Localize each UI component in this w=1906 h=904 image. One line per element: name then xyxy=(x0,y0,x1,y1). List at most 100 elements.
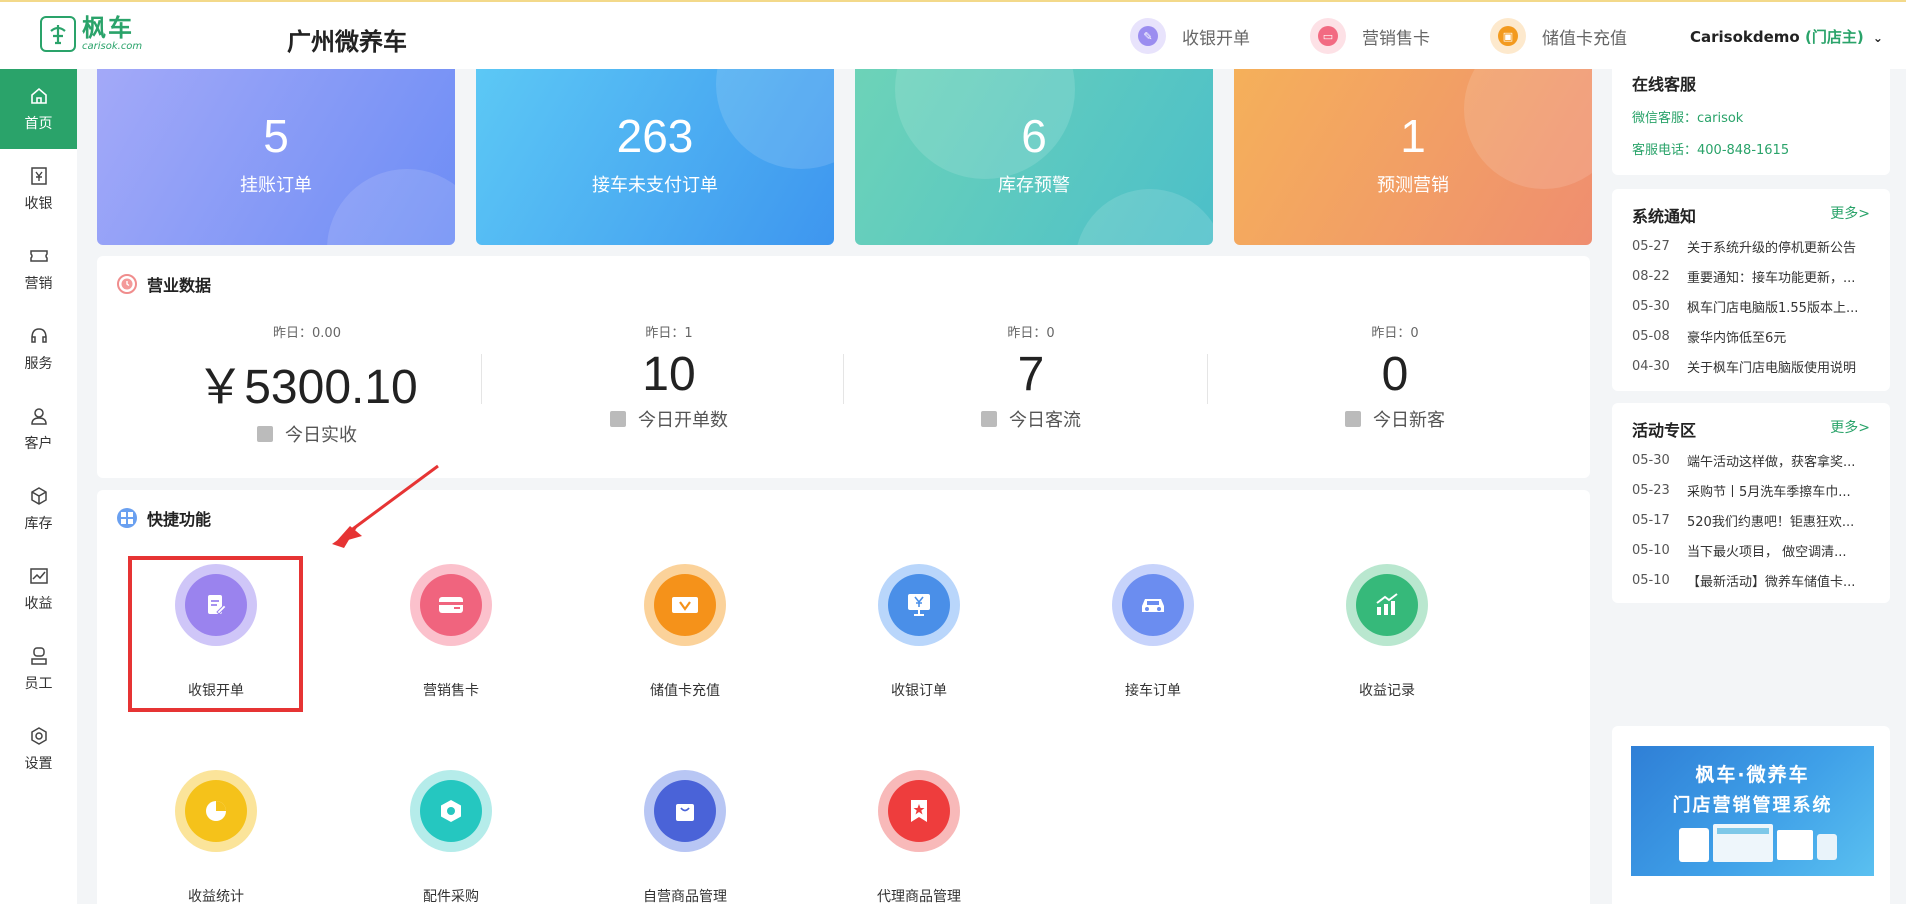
list-item[interactable]: 05-10 【最新活动】微养车储值卡... xyxy=(1632,565,1872,595)
devices-illustration-icon xyxy=(1679,824,1837,862)
user-menu[interactable]: Carisokdemo (门店主) ⌄ xyxy=(1690,26,1883,47)
quick-own-products[interactable]: 自营商品管理 xyxy=(615,770,755,904)
support-phone[interactable]: 客服电话：400-848-1615 xyxy=(1632,139,1789,158)
divider xyxy=(481,354,482,404)
ticket-icon xyxy=(28,245,50,267)
banner-line-1: 枫车·微养车 xyxy=(1695,764,1810,786)
quick-label: 配件采购 xyxy=(423,889,479,904)
sidebar-item-revenue[interactable]: 收益 xyxy=(0,549,77,629)
sidebar-item-service[interactable]: 服务 xyxy=(0,309,77,389)
bar-chart-icon xyxy=(1345,411,1361,427)
item-date: 05-27 xyxy=(1632,238,1670,254)
decor-circle xyxy=(1075,189,1213,245)
quick-sell-card[interactable]: 营销售卡 xyxy=(381,564,521,700)
stat-card-pending[interactable]: 5 挂账订单 xyxy=(97,69,455,245)
box-icon xyxy=(28,485,50,507)
system-notice-panel: 系统通知 更多> 05-27 关于系统升级的停机更新公告 08-22 重要通知：接车… xyxy=(1612,189,1890,391)
quick-label: 收益统计 xyxy=(188,889,244,904)
list-item[interactable]: 04-30 关于枫车门店电脑版使用说明 xyxy=(1632,351,1872,381)
stat-card-forecast[interactable]: 1 预测营销 xyxy=(1234,69,1592,245)
shopping-bag-icon xyxy=(654,780,716,842)
sidebar-item-cashier[interactable]: 收银 xyxy=(0,149,77,229)
list-item[interactable]: 05-10 当下最火项目， 做空调清... xyxy=(1632,535,1872,565)
headset-icon xyxy=(28,325,50,347)
item-text: 采购节丨5月洗车季擦车巾... xyxy=(1687,484,1851,500)
quick-revenue-stats[interactable]: 收益统计 xyxy=(146,770,286,904)
sidebar-item-inventory[interactable]: 库存 xyxy=(0,469,77,549)
sidebar-item-label: 营销 xyxy=(24,276,53,292)
sidebar-item-staff[interactable]: 员工 xyxy=(0,629,77,709)
stat-card-unpaid[interactable]: 263 接车未支付订单 xyxy=(476,69,834,245)
stat-card-inventory[interactable]: 6 库存预警 xyxy=(855,69,1213,245)
quick-revenue-records[interactable]: 收益记录 xyxy=(1317,564,1457,700)
sidebar-item-label: 员工 xyxy=(24,676,53,692)
sidebar-item-label: 库存 xyxy=(24,516,53,532)
quick-label: 收银订单 xyxy=(891,683,947,699)
document-icon xyxy=(610,411,626,427)
yesterday-label: 昨日：1 xyxy=(645,326,693,341)
card-icon: ▭ xyxy=(1310,18,1346,54)
home-icon xyxy=(28,85,50,107)
logo[interactable]: 枫车 carisok.com xyxy=(40,16,142,52)
pie-chart-icon xyxy=(185,780,247,842)
card-icon xyxy=(420,574,482,636)
sidebar-item-label: 收银 xyxy=(24,196,53,212)
user-icon xyxy=(28,405,50,427)
yesterday-label: 昨日：0 xyxy=(1371,326,1419,341)
divider xyxy=(1207,354,1208,404)
panel-title: 在线客服 xyxy=(1632,75,1697,94)
support-wechat[interactable]: 微信客服：carisok xyxy=(1632,107,1743,126)
item-date: 05-17 xyxy=(1632,512,1670,528)
quick-cashier-orders[interactable]: 收银订单 xyxy=(849,564,989,700)
list-item[interactable]: 05-23 采购节丨5月洗车季擦车巾... xyxy=(1632,475,1872,505)
vip-card-icon xyxy=(654,574,716,636)
panel-title: 营业数据 xyxy=(147,276,212,295)
sidebar-item-label: 服务 xyxy=(24,356,53,372)
item-text: 重要通知：接车功能更新，... xyxy=(1687,270,1856,286)
list-item[interactable]: 05-30 端午活动这样做，获客拿奖... xyxy=(1632,445,1872,475)
panel-title: 系统通知 xyxy=(1632,207,1697,226)
header-cashier-button[interactable]: ✎ 收银开单 xyxy=(1130,18,1250,54)
notices-more-link[interactable]: 更多> xyxy=(1830,203,1870,223)
list-item[interactable]: 05-27 关于系统升级的停机更新公告 xyxy=(1632,231,1872,261)
chart-icon xyxy=(28,565,50,587)
sidebar-item-customer[interactable]: 客户 xyxy=(0,389,77,469)
stat-label: 接车未支付订单 xyxy=(592,175,718,196)
panel-title: 活动专区 xyxy=(1632,421,1697,440)
car-icon xyxy=(1122,574,1184,636)
quick-label: 收益记录 xyxy=(1359,683,1415,699)
clock-icon xyxy=(117,274,137,294)
metric-value: ￥5300.10 xyxy=(196,361,418,414)
header-recharge-button[interactable]: ▣ 储值卡充值 xyxy=(1490,18,1627,54)
item-text: 端午活动这样做，获客拿奖... xyxy=(1687,454,1856,470)
sidebar-item-label: 设置 xyxy=(24,756,53,772)
quick-pickup-orders[interactable]: 接车订单 xyxy=(1083,564,1223,700)
divider xyxy=(843,354,844,404)
list-item[interactable]: 05-08 豪华内饰低至6元 xyxy=(1632,321,1872,351)
hex-nut-icon xyxy=(420,780,482,842)
sidebar-item-marketing[interactable]: 营销 xyxy=(0,229,77,309)
panel-title: 快捷功能 xyxy=(147,510,212,529)
metric-caption: 今日实收 xyxy=(285,425,357,446)
header-card-button[interactable]: ▭ 营销售卡 xyxy=(1310,18,1430,54)
list-item[interactable]: 05-17 520我们约惠吧！钜惠狂欢... xyxy=(1632,505,1872,535)
item-text: 枫车门店电脑版1.55版本上... xyxy=(1687,300,1859,316)
header-action-label: 收银开单 xyxy=(1182,28,1250,49)
arrow-annotation xyxy=(332,464,439,548)
sidebar-item-home[interactable]: 首页 xyxy=(0,69,77,149)
sidebar-item-settings[interactable]: 设置 xyxy=(0,709,77,789)
quick-parts-purchase[interactable]: 配件采购 xyxy=(381,770,521,904)
item-text: 豪华内饰低至6元 xyxy=(1687,330,1787,346)
metric-caption: 今日开单数 xyxy=(638,410,728,431)
list-item[interactable]: 05-30 枫车门店电脑版1.55版本上... xyxy=(1632,291,1872,321)
item-date: 08-22 xyxy=(1632,268,1670,284)
stat-value: 5 xyxy=(263,110,289,162)
quick-agent-products[interactable]: 代理商品管理 xyxy=(849,770,989,904)
recharge-icon: ▣ xyxy=(1490,18,1526,54)
sidebar-item-label: 首页 xyxy=(24,116,53,132)
quick-recharge[interactable]: 储值卡充值 xyxy=(615,564,755,700)
metric-value: 10 xyxy=(642,348,696,401)
list-item[interactable]: 08-22 重要通知：接车功能更新，... xyxy=(1632,261,1872,291)
activities-more-link[interactable]: 更多> xyxy=(1830,417,1870,437)
promo-banner[interactable]: 枫车·微养车 门店营销管理系统 xyxy=(1631,746,1874,876)
